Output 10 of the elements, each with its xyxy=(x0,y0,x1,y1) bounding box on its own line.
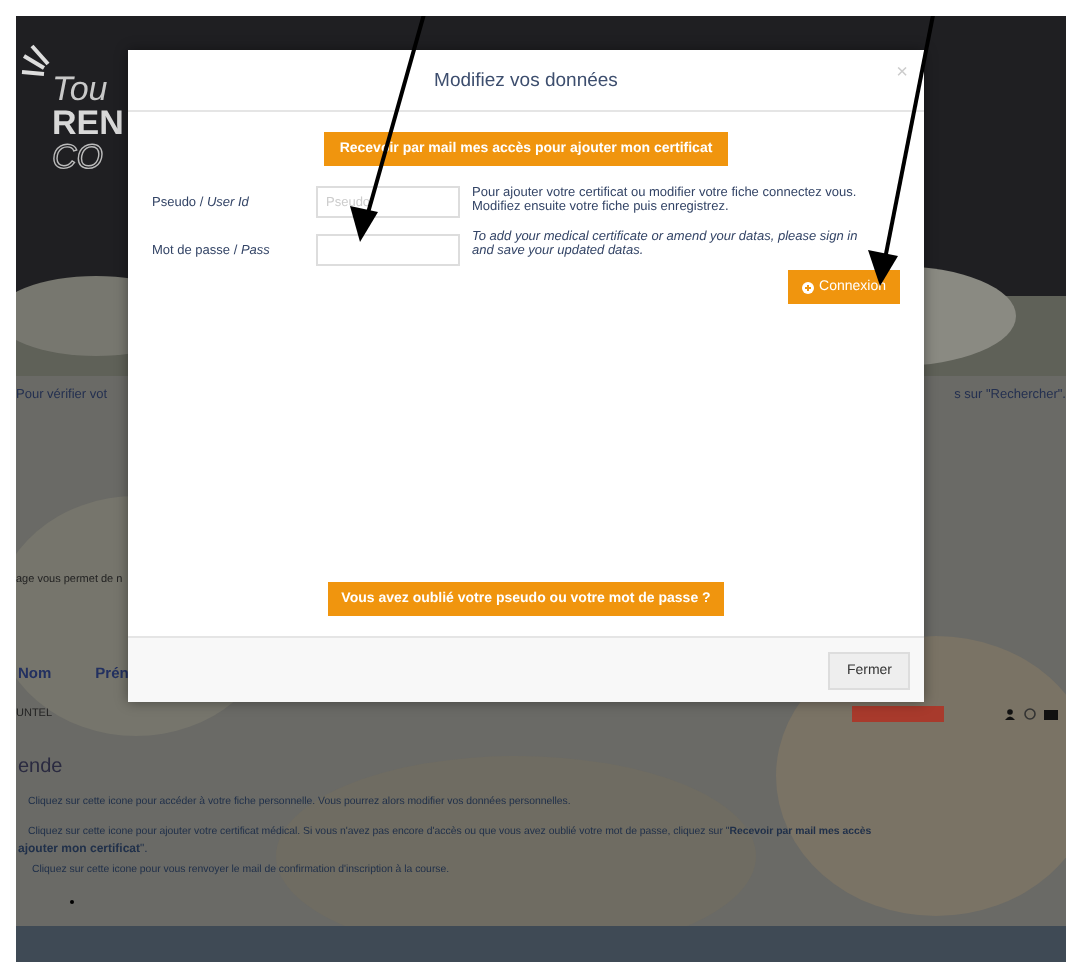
input-field[interactable] xyxy=(316,234,460,266)
plus-circle-icon xyxy=(801,281,814,293)
logo-text: REN xyxy=(52,106,124,140)
close-button[interactable]: × xyxy=(896,62,908,84)
logo-text: Tou xyxy=(52,72,110,106)
modal-title: Modifiez vos données xyxy=(434,69,618,91)
logo-text: CO xyxy=(52,140,105,174)
person-icon[interactable] xyxy=(1004,708,1016,720)
legend-heading: ende xyxy=(18,756,65,778)
envelope-icon[interactable] xyxy=(1044,709,1058,719)
